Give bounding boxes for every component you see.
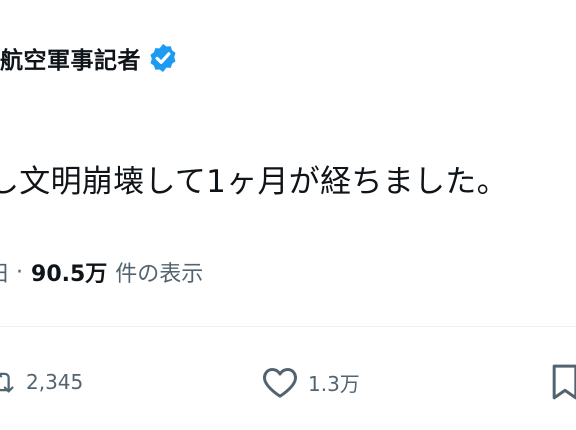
views-label: 件の表示	[115, 262, 204, 287]
bookmark-icon	[552, 364, 576, 400]
tweet-text: し文明崩壊して1ヶ月が経ちました。	[0, 164, 508, 200]
actions-bar: 2,345 1.3万	[0, 360, 576, 404]
heart-icon	[263, 368, 297, 398]
verified-badge-icon[interactable]	[147, 42, 179, 74]
meta-separator: ·	[16, 259, 24, 285]
divider	[0, 326, 576, 327]
tweet-meta: 日 · 90.5万 件の表示	[0, 252, 203, 292]
retweet-count: 2,345	[26, 370, 84, 394]
like-button[interactable]: 1.3万	[260, 360, 360, 404]
author-row: 航空軍事記者	[0, 38, 179, 78]
like-count: 1.3万	[308, 371, 360, 396]
retweet-icon	[0, 372, 14, 393]
bookmark-button[interactable]	[548, 360, 576, 404]
retweet-button[interactable]: 2,345	[0, 360, 83, 404]
views-count[interactable]: 90.5万	[31, 256, 107, 288]
tweet-date[interactable]: 日	[0, 256, 10, 288]
author-display-name[interactable]: 航空軍事記者	[0, 41, 141, 75]
